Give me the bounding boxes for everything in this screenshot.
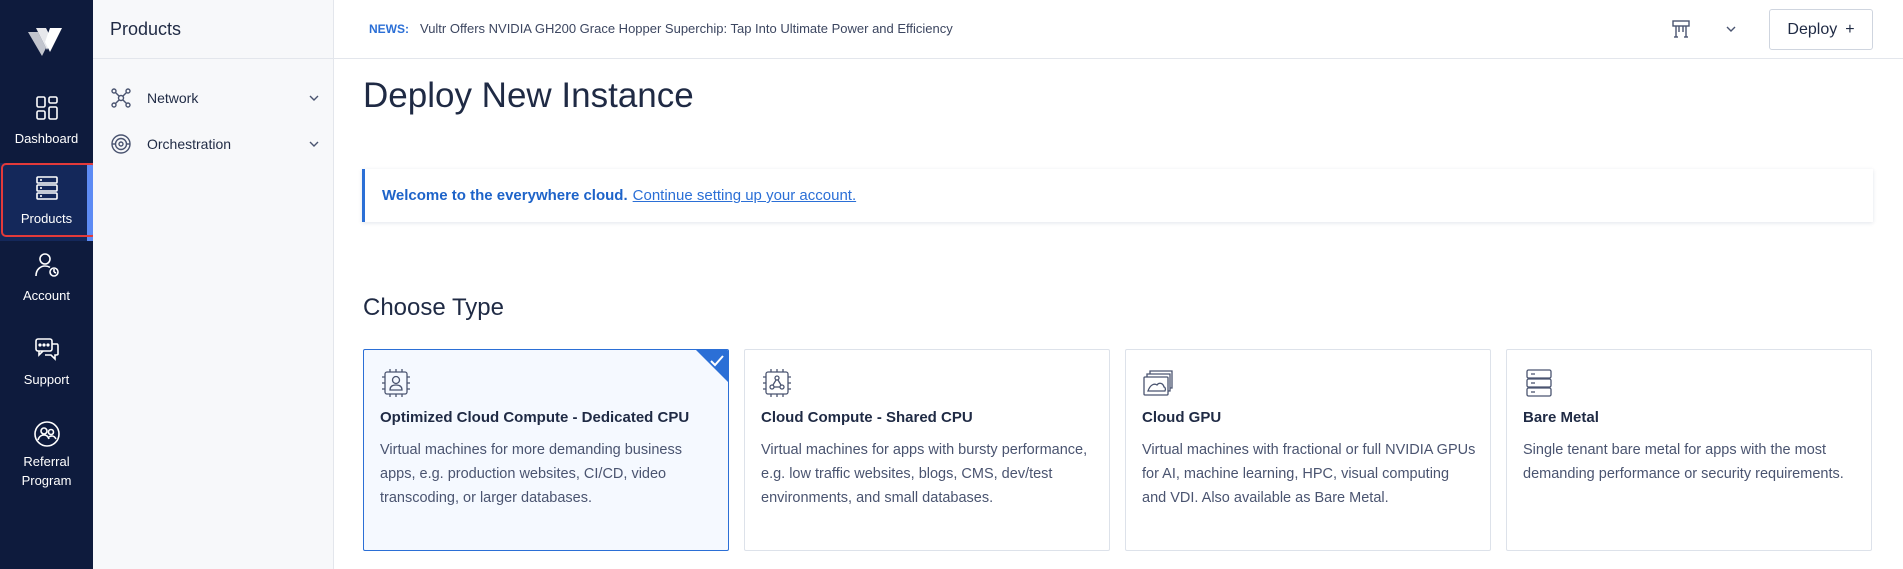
card-description: Virtual machines for apps with bursty pe… (761, 442, 1088, 506)
rail-item-label: Dashboard (14, 131, 79, 146)
type-card-shared-cpu[interactable]: Cloud Compute - Shared CPU Virtual machi… (744, 349, 1110, 551)
vultr-logo-icon[interactable] (28, 26, 64, 58)
referral-icon (33, 421, 60, 447)
page-title: Deploy New Instance (363, 76, 694, 115)
news-tag: NEWS: (369, 22, 409, 36)
kubernetes-wheel-icon[interactable] (1670, 18, 1692, 40)
sidebar-item-label: Orchestration (147, 136, 232, 152)
card-title: Bare Metal (1523, 409, 1599, 426)
shared-cpu-icon (763, 369, 791, 397)
card-title: Cloud GPU (1142, 409, 1222, 426)
network-icon (111, 88, 131, 108)
products-icon (35, 176, 58, 200)
gpu-icon (1143, 370, 1173, 396)
rail-item-label: Referral Program (21, 454, 72, 488)
chevron-down-icon[interactable] (308, 92, 320, 104)
type-card-bare-metal[interactable]: Bare Metal Single tenant bare metal for … (1506, 349, 1872, 551)
dashboard-icon (35, 96, 58, 120)
selected-check-icon (696, 350, 728, 382)
welcome-banner: Welcome to the everywhere cloud. Continu… (362, 169, 1873, 222)
support-icon (34, 338, 59, 361)
top-bar: NEWS: Vultr Offers NVIDIA GH200 Grace Ho… (334, 0, 1903, 59)
orchestration-icon (111, 134, 131, 154)
continue-setup-link[interactable]: Continue setting up your account. (633, 187, 856, 204)
rail-item-products[interactable]: Products (0, 163, 93, 241)
dedicated-cpu-icon (382, 369, 410, 397)
sidebar-item-orchestration[interactable]: Orchestration (110, 128, 320, 160)
deploy-button[interactable]: Deploy + (1769, 9, 1873, 50)
plus-icon: + (1845, 20, 1855, 38)
type-card-cloud-gpu[interactable]: Cloud GPU Virtual machines with fraction… (1125, 349, 1491, 551)
card-description: Virtual machines with fractional or full… (1142, 442, 1476, 506)
rail-item-account[interactable]: Account (0, 251, 93, 329)
sidebar-item-network[interactable]: Network (110, 82, 320, 114)
sidebar-item-label: Network (147, 90, 199, 106)
card-title: Optimized Cloud Compute - Dedicated CPU (380, 409, 690, 426)
bare-metal-icon (1526, 369, 1552, 397)
sidebar-divider (93, 58, 334, 59)
card-description: Single tenant bare metal for apps with t… (1523, 442, 1844, 482)
sidebar-title: Products (110, 19, 182, 39)
rail-item-dashboard[interactable]: Dashboard (0, 94, 93, 172)
deploy-button-label: Deploy (1787, 20, 1838, 38)
chevron-down-icon[interactable] (308, 138, 320, 150)
rail-item-label: Products (20, 211, 73, 226)
products-sidebar: Products Network Orchestration (93, 0, 334, 569)
rail-item-referral-program[interactable]: Referral Program (0, 420, 93, 510)
account-icon (34, 253, 59, 277)
type-card-dedicated-cpu[interactable]: Optimized Cloud Compute - Dedicated CPU … (363, 349, 729, 551)
rail-item-support[interactable]: Support (0, 335, 93, 413)
card-description: Virtual machines for more demanding busi… (380, 442, 682, 506)
chevron-down-icon[interactable] (1724, 18, 1738, 40)
main-rail: Dashboard Products Account Support Refer… (0, 0, 97, 569)
card-title: Cloud Compute - Shared CPU (761, 409, 973, 426)
welcome-text: Welcome to the everywhere cloud. (382, 187, 628, 204)
news-link[interactable]: Vultr Offers NVIDIA GH200 Grace Hopper S… (420, 21, 953, 36)
rail-item-label: Account (23, 288, 70, 303)
rail-item-label: Support (23, 372, 70, 387)
section-title: Choose Type (363, 294, 504, 321)
